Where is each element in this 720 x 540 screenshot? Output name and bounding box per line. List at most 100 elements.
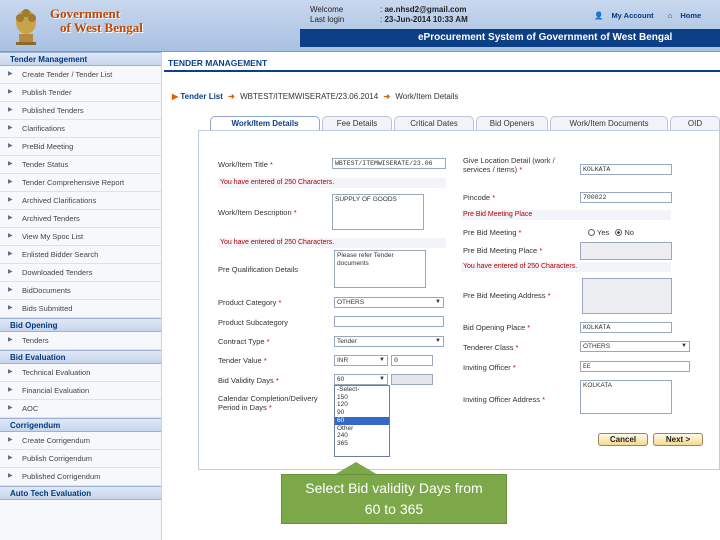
work-title-counter: You have entered of 250 Characters. (218, 178, 446, 188)
sidebar-section-title: Bid Evaluation (0, 350, 161, 364)
sidebar-item[interactable]: ▶ View My Spoc List (0, 228, 161, 246)
sidebar-item[interactable]: ▶ Archived Clarifications (0, 192, 161, 210)
location-input[interactable]: KOLKATA (580, 164, 672, 175)
sidebar-item[interactable]: ▶ Bids Submitted (0, 300, 161, 318)
tab-oid[interactable]: OID (670, 116, 720, 130)
sidebar-item-label: Published Corrigendum (22, 472, 101, 481)
sidebar-item[interactable]: ▶ Financial Evaluation (0, 382, 161, 400)
page-title: TENDER MANAGEMENT (164, 58, 720, 72)
sidebar-item[interactable]: ▶ Technical Evaluation (0, 364, 161, 382)
chevron-down-icon: ▼ (681, 343, 687, 349)
prequalification-textarea[interactable]: Please refer Tender documents (334, 250, 426, 288)
sidebar-item[interactable]: ▶ Tenders (0, 332, 161, 350)
sidebar-item[interactable]: ▶ Tender Comprehensive Report (0, 174, 161, 192)
sidebar-item[interactable]: ▶ Tender Status (0, 156, 161, 174)
sidebar-item[interactable]: ▶ Publish Corrigendum (0, 450, 161, 468)
cancel-button[interactable]: Cancel (598, 433, 648, 446)
inviting-officer-address-textarea[interactable]: KOLKATA (580, 380, 672, 414)
sidebar-item[interactable]: ▶ Downloaded Tenders (0, 264, 161, 282)
bid-validity-options-list[interactable]: -Select- 150 120 90 60 Other 240 365 (334, 385, 390, 457)
product-subcategory-input[interactable] (334, 316, 444, 327)
sidebar-item-label: Archived Tenders (22, 214, 80, 223)
prebid-meeting-radios: Yes No (584, 228, 634, 237)
inviting-officer-input[interactable]: EE (580, 361, 690, 372)
prebid-address-label: Pre Bid Meeting Address * (463, 291, 551, 300)
bid-opening-place-input[interactable]: KOLKATA (580, 322, 672, 333)
bullet-arrow-icon: ▶ (8, 71, 13, 77)
bid-validity-option[interactable]: 120 (335, 401, 389, 409)
bid-validity-option[interactable]: 150 (335, 394, 389, 402)
bid-validity-option[interactable]: Other (335, 425, 389, 433)
prebid-yes-radio[interactable] (588, 229, 595, 236)
bullet-arrow-icon: ▶ (8, 369, 13, 375)
tender-currency-select[interactable]: INR ▼ (334, 355, 388, 366)
sidebar-item[interactable]: ▶ Published Tenders (0, 102, 161, 120)
bid-validity-option[interactable]: 240 (335, 432, 389, 440)
sidebar-section-title: Auto Tech Evaluation (0, 486, 161, 500)
sidebar-item-label: Tender Status (22, 160, 69, 169)
tenderer-class-select[interactable]: OTHERS ▼ (580, 341, 690, 352)
bullet-arrow-icon: ▶ (8, 161, 13, 167)
sidebar-item[interactable]: ▶ Published Corrigendum (0, 468, 161, 486)
sidebar-item[interactable]: ▶ Clarifications (0, 120, 161, 138)
my-account-link[interactable]: 👤 My Account (594, 11, 660, 20)
prebid-no-radio[interactable] (615, 229, 623, 236)
sidebar-item[interactable]: ▶ Enlisted Bidder Search (0, 246, 161, 264)
sidebar-item-label: Bids Submitted (22, 304, 73, 313)
work-title-input[interactable]: WBTEST/ITEMWISERATE/23.06 (332, 158, 446, 169)
bid-validity-option[interactable]: -Select- (335, 386, 389, 394)
product-category-select[interactable]: OTHERS ▼ (334, 297, 444, 308)
tab-work-item-documents[interactable]: Work/Item Documents (550, 116, 668, 130)
bullet-arrow-icon: ▶ (8, 179, 13, 185)
state-emblem-icon (16, 9, 36, 45)
product-category-label: Product Category * (218, 298, 282, 307)
bullet-arrow-icon: ▶ (8, 107, 13, 113)
sidebar-item[interactable]: ▶ AOC (0, 400, 161, 418)
sidebar-item[interactable]: ▶ BidDocuments (0, 282, 161, 300)
bullet-arrow-icon: ▶ (8, 233, 13, 239)
header: Government of West Bengal Welcome: ae.nh… (0, 0, 720, 52)
breadcrumb-tender-id[interactable]: WBTEST/ITEMWISERATE/23.06.2014 (240, 92, 378, 101)
bid-validity-other-input[interactable] (391, 374, 433, 385)
next-button[interactable]: Next > (653, 433, 703, 446)
sidebar-item[interactable]: ▶ Create Tender / Tender List (0, 66, 161, 84)
tab-critical-dates[interactable]: Critical Dates (394, 116, 474, 130)
sidebar-item[interactable]: ▶ Archived Tenders (0, 210, 161, 228)
tenderer-class-label: Tenderer Class * (463, 343, 519, 352)
sidebar-item-label: BidDocuments (22, 286, 71, 295)
sidebar-item-label: Create Tender / Tender List (22, 70, 113, 79)
work-description-textarea[interactable]: SUPPLY OF GOODS (332, 194, 424, 230)
sidebar-section-title: Bid Opening (0, 318, 161, 332)
sidebar-item[interactable]: ▶ Publish Tender (0, 84, 161, 102)
bullet-arrow-icon: ▶ (8, 473, 13, 479)
inviting-officer-address-label: Inviting Officer Address * (463, 395, 545, 404)
tender-amount-input[interactable]: 0 (391, 355, 433, 366)
prebid-address-textarea[interactable] (582, 278, 672, 314)
pincode-input[interactable]: 700022 (580, 192, 672, 203)
work-title-label: Work/Item Title * (218, 160, 273, 169)
tab-fee-details[interactable]: Fee Details (322, 116, 392, 130)
breadcrumb-tender-list[interactable]: Tender List (180, 92, 223, 101)
instruction-callout: Select Bid validity Days from 60 to 365 (281, 474, 507, 524)
bid-validity-option[interactable]: 365 (335, 440, 389, 448)
bid-validity-option[interactable]: 90 (335, 409, 389, 417)
prequalification-label: Pre Qualification Details (218, 265, 299, 274)
tab-work-item-details[interactable]: Work/Item Details (210, 116, 320, 130)
sidebar-item[interactable]: ▶ Create Corrigendum (0, 432, 161, 450)
bullet-arrow-icon: ▶ (8, 405, 13, 411)
bid-validity-select[interactable]: 60 ▼ (334, 374, 388, 385)
home-icon: ⌂ (667, 11, 673, 20)
contract-type-select[interactable]: Tender ▼ (334, 336, 444, 347)
breadcrumb-arrow-icon: ➜ (383, 92, 391, 101)
bullet-arrow-icon: ▶ (8, 215, 13, 221)
welcome-user: ae.nhsd2@gmail.com (384, 5, 467, 14)
prebid-place-textarea[interactable] (580, 242, 672, 260)
sidebar-item[interactable]: ▶ PreBid Meeting (0, 138, 161, 156)
government-title: Government of West Bengal (50, 7, 143, 35)
bid-validity-option[interactable]: 60 (335, 416, 389, 425)
home-link[interactable]: ⌂ Home (668, 11, 707, 20)
bullet-arrow-icon: ▶ (8, 305, 13, 311)
top-links: 👤 My Account ⌂ Home (594, 11, 713, 20)
tab-bid-openers[interactable]: Bid Openers (476, 116, 548, 130)
bullet-arrow-icon: ▶ (8, 287, 13, 293)
